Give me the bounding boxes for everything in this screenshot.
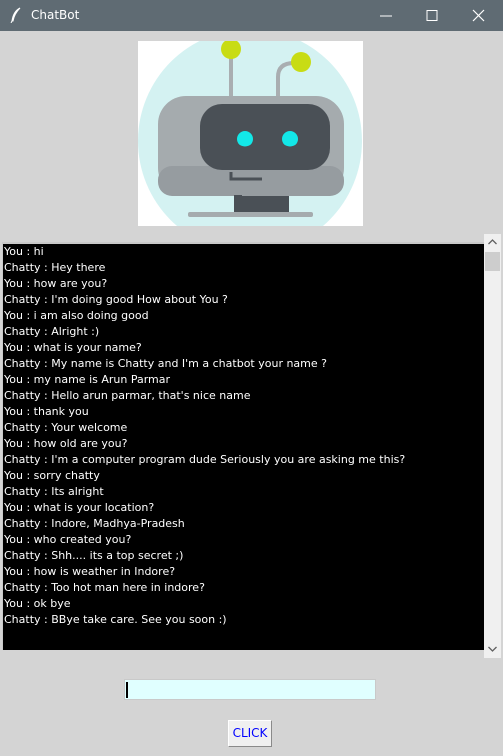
chat-line: You : who created you? [4,533,132,546]
robot-icon [138,41,362,226]
chat-line: You : thank you [4,405,89,418]
chat-line: You : sorry chatty [4,469,100,482]
chevron-up-icon [488,239,497,245]
feather-icon [9,7,23,24]
chat-line: Chatty : I'm a computer program dude Ser… [4,453,406,466]
send-button[interactable]: CLICK [228,720,272,747]
chat-line: Chatty : BBye take care. See you soon :) [4,613,227,626]
chat-line: Chatty : My name is Chatty and I'm a cha… [4,357,327,370]
chat-line: Chatty : Alright :) [4,325,100,338]
minimize-button[interactable] [363,0,409,31]
chevron-down-icon [488,646,497,652]
chat-line: You : ok bye [4,597,71,610]
window-body: You : hi Chatty : Hey there You : how ar… [0,31,503,756]
robot-image [138,41,363,226]
close-icon [472,9,485,22]
chat-line: You : hi [4,245,44,258]
chat-line: Chatty : Your welcome [4,421,128,434]
chat-line: You : how is weather in Indore? [4,565,176,578]
chat-line: You : my name is Arun Parmar [4,373,171,386]
chat-line: Chatty : Shh.... its a top secret ;) [4,549,184,562]
maximize-icon [426,10,438,21]
chat-line: You : what is your name? [4,341,142,354]
maximize-button[interactable] [409,0,455,31]
chat-line: You : what is your location? [4,501,155,514]
minimize-icon [380,15,392,17]
scroll-thumb[interactable] [485,252,500,271]
text-caret [126,682,128,698]
chat-line: Chatty : I'm doing good How about You ? [4,293,228,306]
chat-line: Chatty : Hello arun parmar, that's nice … [4,389,251,402]
chat-line: You : i am also doing good [4,309,149,322]
chat-lines: You : hi Chatty : Hey there You : how ar… [3,244,485,628]
chat-line: Chatty : Hey there [4,261,106,274]
chat-line: Chatty : Too hot man here in indore? [4,581,205,594]
scroll-down-button[interactable] [484,641,501,658]
chat-line: Chatty : Its alright [4,485,104,498]
chat-log[interactable]: You : hi Chatty : Hey there You : how ar… [2,242,485,650]
chat-scrollbar[interactable] [484,234,501,658]
chat-line: You : how are you? [4,277,108,290]
title-bar: ChatBot [0,0,503,31]
chat-line: Chatty : Indore, Madhya-Pradesh [4,517,185,530]
chat-line: You : how old are you? [4,437,128,450]
close-button[interactable] [455,0,501,31]
scroll-up-button[interactable] [484,234,501,251]
message-input[interactable] [124,679,376,700]
window-title: ChatBot [31,8,80,22]
